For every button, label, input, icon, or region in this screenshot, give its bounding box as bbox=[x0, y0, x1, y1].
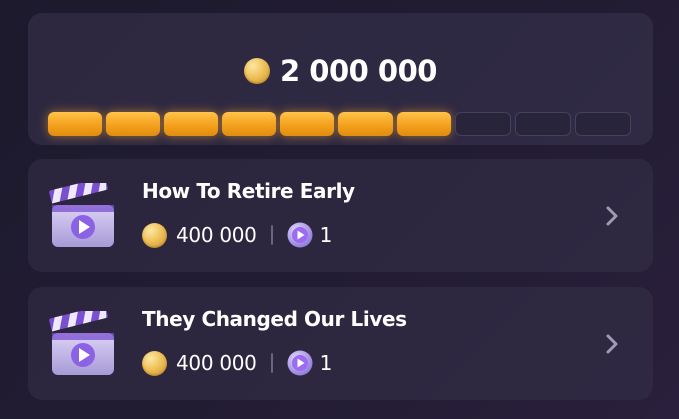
item-plays: 1 bbox=[319, 223, 333, 247]
reward-progress-bar bbox=[48, 112, 631, 136]
progress-segment-empty bbox=[454, 112, 511, 136]
progress-segment-filled bbox=[396, 112, 451, 136]
progress-segment-filled bbox=[222, 112, 277, 136]
clapperboard-icon bbox=[49, 183, 114, 247]
coin-icon bbox=[244, 58, 271, 84]
reward-card: 2 000 000 bbox=[28, 13, 653, 145]
play-badge-icon bbox=[287, 350, 313, 376]
divider bbox=[270, 353, 273, 373]
coin-icon bbox=[142, 350, 167, 376]
item-title: How To Retire Early bbox=[142, 179, 355, 203]
item-plays: 1 bbox=[319, 351, 333, 375]
reward-total: 2 000 000 bbox=[28, 51, 653, 91]
reward-total-value: 2 000 000 bbox=[280, 54, 437, 88]
progress-segment-empty bbox=[514, 112, 571, 136]
play-badge-icon bbox=[287, 222, 313, 248]
progress-segment-filled bbox=[106, 112, 161, 136]
chevron-right-icon[interactable] bbox=[605, 333, 619, 355]
list-item[interactable]: How To Retire Early 400 000 1 bbox=[28, 159, 653, 272]
progress-segment-filled bbox=[338, 112, 393, 136]
item-coins: 400 000 bbox=[176, 351, 257, 375]
divider bbox=[270, 225, 273, 245]
progress-segment-filled bbox=[48, 112, 103, 136]
item-meta: 400 000 1 bbox=[142, 349, 332, 377]
chevron-right-icon[interactable] bbox=[605, 205, 619, 227]
progress-segment-filled bbox=[164, 112, 219, 136]
item-title: They Changed Our Lives bbox=[142, 307, 407, 331]
item-meta: 400 000 1 bbox=[142, 221, 332, 249]
item-coins: 400 000 bbox=[176, 223, 257, 247]
coin-icon bbox=[142, 222, 167, 248]
list-item[interactable]: They Changed Our Lives 400 000 1 bbox=[28, 287, 653, 400]
progress-segment-empty bbox=[574, 112, 631, 136]
progress-segment-filled bbox=[280, 112, 335, 136]
clapperboard-icon bbox=[49, 311, 114, 375]
